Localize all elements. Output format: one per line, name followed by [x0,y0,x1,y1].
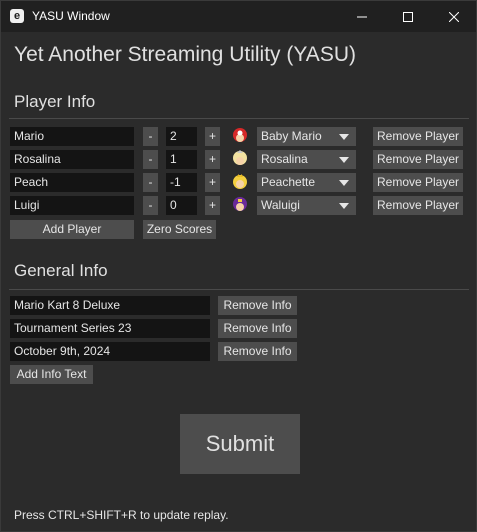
chevron-down-icon [339,157,349,163]
score-increment-button[interactable]: + [205,173,220,192]
footer-note: Press CTRL+SHIFT+R to update replay. [14,508,229,522]
chevron-down-icon [339,134,349,140]
remove-info-button[interactable]: Remove Info [218,342,297,361]
title-bar: e YASU Window [1,1,476,32]
remove-info-button[interactable]: Remove Info [218,319,297,338]
score-decrement-button[interactable]: - [143,196,158,215]
character-select[interactable]: Waluigi [257,196,356,215]
add-player-button[interactable]: Add Player [10,220,134,239]
player-info-divider [9,118,469,119]
baby-mario-icon [233,128,247,142]
character-select[interactable]: Peachette [257,173,356,192]
peachette-icon [233,174,247,189]
info-text-input[interactable]: Tournament Series 23 [10,319,210,338]
score-decrement-button[interactable]: - [143,150,158,169]
maximize-icon [403,11,413,22]
minimize-button[interactable] [339,1,385,32]
remove-info-button[interactable]: Remove Info [218,296,297,315]
player-name-input[interactable]: Peach [10,173,134,192]
score-input[interactable]: -1 [166,173,197,192]
submit-button[interactable]: Submit [180,414,300,474]
zero-scores-button[interactable]: Zero Scores [143,220,216,239]
rosalina-icon [233,150,247,165]
app-icon: e [10,9,24,23]
score-decrement-button[interactable]: - [143,127,158,146]
character-select[interactable]: Rosalina [257,150,356,169]
player-name-input[interactable]: Mario [10,127,134,146]
remove-player-button[interactable]: Remove Player [373,127,463,146]
close-icon [449,11,459,22]
maximize-button[interactable] [385,1,431,32]
info-text-input[interactable]: October 9th, 2024 [10,342,210,361]
chevron-down-icon [339,180,349,186]
player-info-heading: Player Info [14,92,96,111]
remove-player-button[interactable]: Remove Player [373,150,463,169]
character-select-value: Peachette [261,175,316,189]
chevron-down-icon [339,203,349,209]
score-increment-button[interactable]: + [205,150,220,169]
app-title: Yet Another Streaming Utility (YASU) [14,43,356,66]
score-increment-button[interactable]: + [205,127,220,146]
character-select[interactable]: Baby Mario [257,127,356,146]
remove-player-button[interactable]: Remove Player [373,196,463,215]
general-info-heading: General Info [14,261,108,280]
add-info-text-button[interactable]: Add Info Text [10,365,93,384]
general-info-divider [9,289,469,290]
player-name-input[interactable]: Rosalina [10,150,134,169]
waluigi-icon [233,197,247,211]
close-button[interactable] [431,1,477,32]
minimize-icon [357,16,367,17]
player-name-input[interactable]: Luigi [10,196,134,215]
character-select-value: Baby Mario [261,129,322,143]
remove-player-button[interactable]: Remove Player [373,173,463,192]
score-increment-button[interactable]: + [205,196,220,215]
score-decrement-button[interactable]: - [143,173,158,192]
yasu-window: e YASU Window Yet Another Streaming Util… [0,0,477,532]
window-title: YASU Window [32,9,110,23]
info-text-input[interactable]: Mario Kart 8 Deluxe [10,296,210,315]
character-select-value: Waluigi [261,198,300,212]
score-input[interactable]: 0 [166,196,197,215]
character-select-value: Rosalina [261,152,308,166]
score-input[interactable]: 2 [166,127,197,146]
score-input[interactable]: 1 [166,150,197,169]
